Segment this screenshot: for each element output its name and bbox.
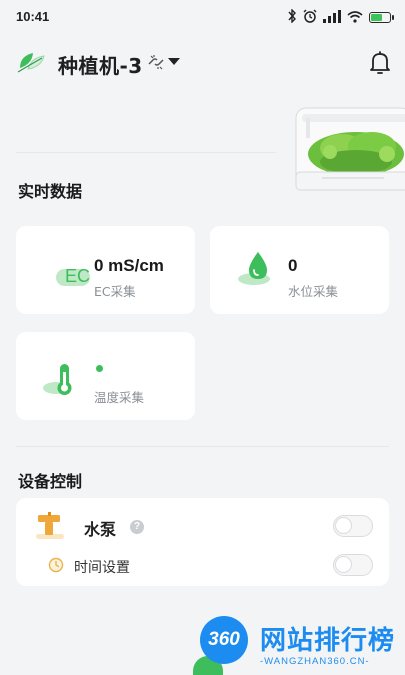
link-broken-icon — [148, 55, 164, 70]
watermark-name: 网站排行榜 — [260, 626, 396, 656]
watermark-url: -WANGZHAN360.CN- — [260, 656, 370, 667]
divider — [16, 446, 389, 447]
temperature-label: 温度采集 — [94, 390, 145, 405]
battery-level — [371, 14, 382, 21]
water-pump-icon — [36, 512, 64, 539]
signal-icon — [323, 9, 341, 26]
clock-icon — [48, 557, 64, 573]
time-setting-toggle[interactable] — [333, 554, 373, 576]
temperature-card[interactable]: 温度采集 — [16, 332, 195, 420]
divider — [16, 152, 276, 153]
alarm-icon — [303, 9, 317, 26]
watermark: 360 网站排行榜 -WANGZHAN360.CN- — [198, 614, 405, 674]
pump-toggle[interactable] — [333, 515, 373, 537]
watermark-logo: 360 — [200, 616, 248, 664]
device-name-title[interactable]: 种植机-3 — [58, 50, 143, 79]
ec-label: EC采集 — [94, 284, 136, 299]
pump-label: 水泵 — [84, 520, 117, 539]
status-bar: 10:41 — [0, 0, 405, 34]
water-level-label: 水位采集 — [288, 284, 339, 299]
app-header: 种植机-3 — [0, 40, 405, 84]
controls-section-title: 设备控制 — [18, 472, 83, 491]
help-icon[interactable]: ? — [130, 520, 144, 534]
bell-icon[interactable] — [368, 50, 392, 76]
bluetooth-icon — [287, 8, 297, 26]
leaf-logo-icon — [17, 53, 45, 73]
status-time: 10:41 — [16, 9, 50, 24]
battery-icon — [369, 12, 394, 23]
water-level-card[interactable]: 0 水位采集 — [210, 226, 389, 314]
realtime-section-title: 实时数据 — [18, 182, 83, 201]
planter-image — [295, 107, 405, 191]
wifi-icon — [347, 10, 363, 26]
chevron-down-icon[interactable] — [168, 58, 180, 65]
water-drop-icon — [238, 252, 270, 285]
status-icons — [287, 8, 394, 26]
controls-card: 水泵 ? 时间设置 — [16, 498, 389, 586]
ec-card[interactable]: EC 0 mS/cm EC采集 — [16, 226, 195, 314]
thermometer-icon — [43, 364, 72, 395]
ec-badge: EC — [65, 266, 90, 286]
time-setting-label[interactable]: 时间设置 — [74, 557, 130, 577]
water-level-value: 0 — [288, 256, 298, 275]
temperature-status-dot — [96, 365, 103, 372]
ec-value: 0 mS/cm — [94, 256, 164, 275]
